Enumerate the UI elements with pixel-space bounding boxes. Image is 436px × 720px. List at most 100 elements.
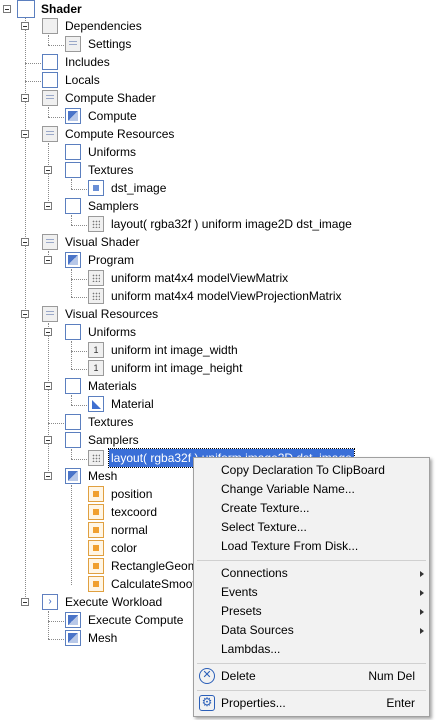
shortcut-label: Enter — [386, 696, 415, 710]
collapse-icon[interactable] — [21, 22, 29, 30]
collapse-icon[interactable] — [21, 598, 29, 606]
node-label: Samplers — [88, 199, 139, 213]
tree-node-execute-compute[interactable]: Execute Compute — [0, 611, 193, 629]
samplers-icon — [65, 432, 81, 448]
material-icon — [88, 396, 104, 412]
collapse-icon[interactable] — [21, 238, 29, 246]
menu-item-properties[interactable]: ⚙ Properties... Enter — [194, 694, 429, 713]
menu-item-presets[interactable]: Presets — [194, 602, 429, 621]
node-label: layout( rgba32f ) uniform image2D dst_im… — [111, 217, 352, 231]
menu-item-lambdas[interactable]: Lambdas... — [194, 640, 429, 659]
tree-node-materials[interactable]: Materials — [0, 377, 200, 395]
shortcut-label: Num Del — [368, 669, 415, 683]
node-label: Program — [88, 253, 135, 267]
tree-node-compute-resources[interactable]: Compute Resources — [0, 125, 200, 143]
execute-icon: › — [42, 594, 58, 610]
tree-node-texcoord[interactable]: texcoord — [0, 503, 190, 521]
menu-item-change-variable-name[interactable]: Change Variable Name... — [194, 480, 429, 499]
node-label: Settings — [88, 37, 132, 51]
tree-node-model-view-proj[interactable]: uniform mat4x4 modelViewProjectionMatrix — [0, 287, 360, 305]
node-label: uniform int image_width — [111, 343, 238, 357]
node-label: Compute — [88, 109, 137, 123]
context-menu[interactable]: Copy Declaration To ClipBoard Change Var… — [193, 457, 430, 717]
collapse-icon[interactable] — [44, 436, 52, 444]
node-label: Material — [111, 397, 154, 411]
tree-node-sampler-item[interactable]: layout( rgba32f ) uniform image2D dst_im… — [0, 215, 360, 233]
tree-node-uniforms[interactable]: Uniforms — [0, 143, 200, 161]
tree-node-program[interactable]: Program — [0, 251, 200, 269]
tree-node-samplers-2[interactable]: Samplers — [0, 431, 200, 449]
tree-node-calculate-smooth[interactable]: CalculateSmoot — [0, 575, 193, 593]
attribute-icon — [88, 522, 104, 538]
collapse-icon[interactable] — [44, 328, 52, 336]
menu-item-create-texture[interactable]: Create Texture... — [194, 499, 429, 518]
tree-node-visual-shader[interactable]: Visual Shader — [0, 233, 200, 251]
materials-icon — [65, 378, 81, 394]
node-label: Compute Resources — [65, 127, 175, 141]
node-label: uniform mat4x4 modelViewProjectionMatrix — [111, 289, 342, 303]
tree-node-dependencies[interactable]: Dependencies — [0, 17, 200, 35]
tree-node-includes[interactable]: Includes — [0, 53, 200, 71]
attribute-icon — [88, 504, 104, 520]
collapse-icon[interactable] — [21, 130, 29, 138]
tree-node-exec-mesh[interactable]: Mesh — [0, 629, 193, 647]
includes-icon — [42, 54, 58, 70]
collapse-icon[interactable] — [44, 382, 52, 390]
menu-item-copy-declaration[interactable]: Copy Declaration To ClipBoard — [194, 461, 429, 480]
tree-node-position[interactable]: position — [0, 485, 190, 503]
locals-icon — [42, 72, 58, 88]
uniform-matrix-icon — [88, 288, 104, 304]
menu-item-load-texture[interactable]: Load Texture From Disk... — [194, 537, 429, 556]
tree-node-textures[interactable]: Textures — [0, 161, 200, 179]
node-label: dst_image — [111, 181, 167, 195]
tree-node-settings[interactable]: Settings — [0, 35, 200, 53]
tree-node-uniforms-2[interactable]: Uniforms — [0, 323, 200, 341]
collapse-icon[interactable] — [44, 166, 52, 174]
tree-node-compute[interactable]: Compute — [0, 107, 200, 125]
resources-icon — [42, 126, 58, 142]
tree-node-compute-shader[interactable]: Compute Shader — [0, 89, 200, 107]
collapse-icon[interactable] — [44, 202, 52, 210]
sampler-icon — [88, 216, 104, 232]
collapse-icon[interactable] — [44, 472, 52, 480]
tree-node-image-height[interactable]: 1 uniform int image_height — [0, 359, 300, 377]
tree-node-normal[interactable]: normal — [0, 521, 190, 539]
tree-node-visual-resources[interactable]: Visual Resources — [0, 305, 200, 323]
tree-node-image-width[interactable]: 1 uniform int image_width — [0, 341, 300, 359]
node-label: Includes — [65, 55, 110, 69]
node-label: Locals — [65, 73, 100, 87]
menu-item-label: Load Texture From Disk... — [221, 539, 359, 553]
texture-icon — [88, 180, 104, 196]
node-label: uniform int image_height — [111, 361, 243, 375]
tree-node-dst-image[interactable]: dst_image — [0, 179, 200, 197]
textures-icon — [65, 414, 81, 430]
tree-node-model-view[interactable]: uniform mat4x4 modelViewMatrix — [0, 269, 320, 287]
tree-node-execute-workload[interactable]: › Execute Workload — [0, 593, 193, 611]
node-label: Uniforms — [88, 145, 137, 159]
tree-node-color[interactable]: color — [0, 539, 190, 557]
node-label: Execute Workload — [65, 595, 163, 609]
tree-node-textures-2[interactable]: Textures — [0, 413, 200, 431]
tree-node-locals[interactable]: Locals — [0, 71, 200, 89]
tree-node-shader[interactable]: Shader — [0, 0, 100, 18]
collapse-icon[interactable] — [21, 94, 29, 102]
menu-item-connections[interactable]: Connections — [194, 564, 429, 583]
menu-item-delete[interactable]: ✕ Delete Num Del — [194, 667, 429, 686]
submenu-arrow-icon — [420, 571, 424, 577]
menu-item-data-sources[interactable]: Data Sources — [194, 621, 429, 640]
tree-node-material[interactable]: Material — [0, 395, 200, 413]
node-label: Mesh — [88, 469, 118, 483]
tree-node-mesh[interactable]: Mesh — [0, 467, 190, 485]
collapse-icon[interactable] — [44, 256, 52, 264]
collapse-icon[interactable] — [3, 5, 11, 13]
menu-item-label: Select Texture... — [221, 520, 307, 534]
node-label: position — [111, 487, 153, 501]
tree-node-samplers[interactable]: Samplers — [0, 197, 200, 215]
node-label: texcoord — [111, 505, 158, 519]
submenu-arrow-icon — [420, 590, 424, 596]
collapse-icon[interactable] — [21, 310, 29, 318]
menu-item-select-texture[interactable]: Select Texture... — [194, 518, 429, 537]
menu-item-label: Properties... — [221, 696, 286, 710]
menu-item-events[interactable]: Events — [194, 583, 429, 602]
tree-node-rectangle-geom[interactable]: RectangleGeom — [0, 557, 193, 575]
